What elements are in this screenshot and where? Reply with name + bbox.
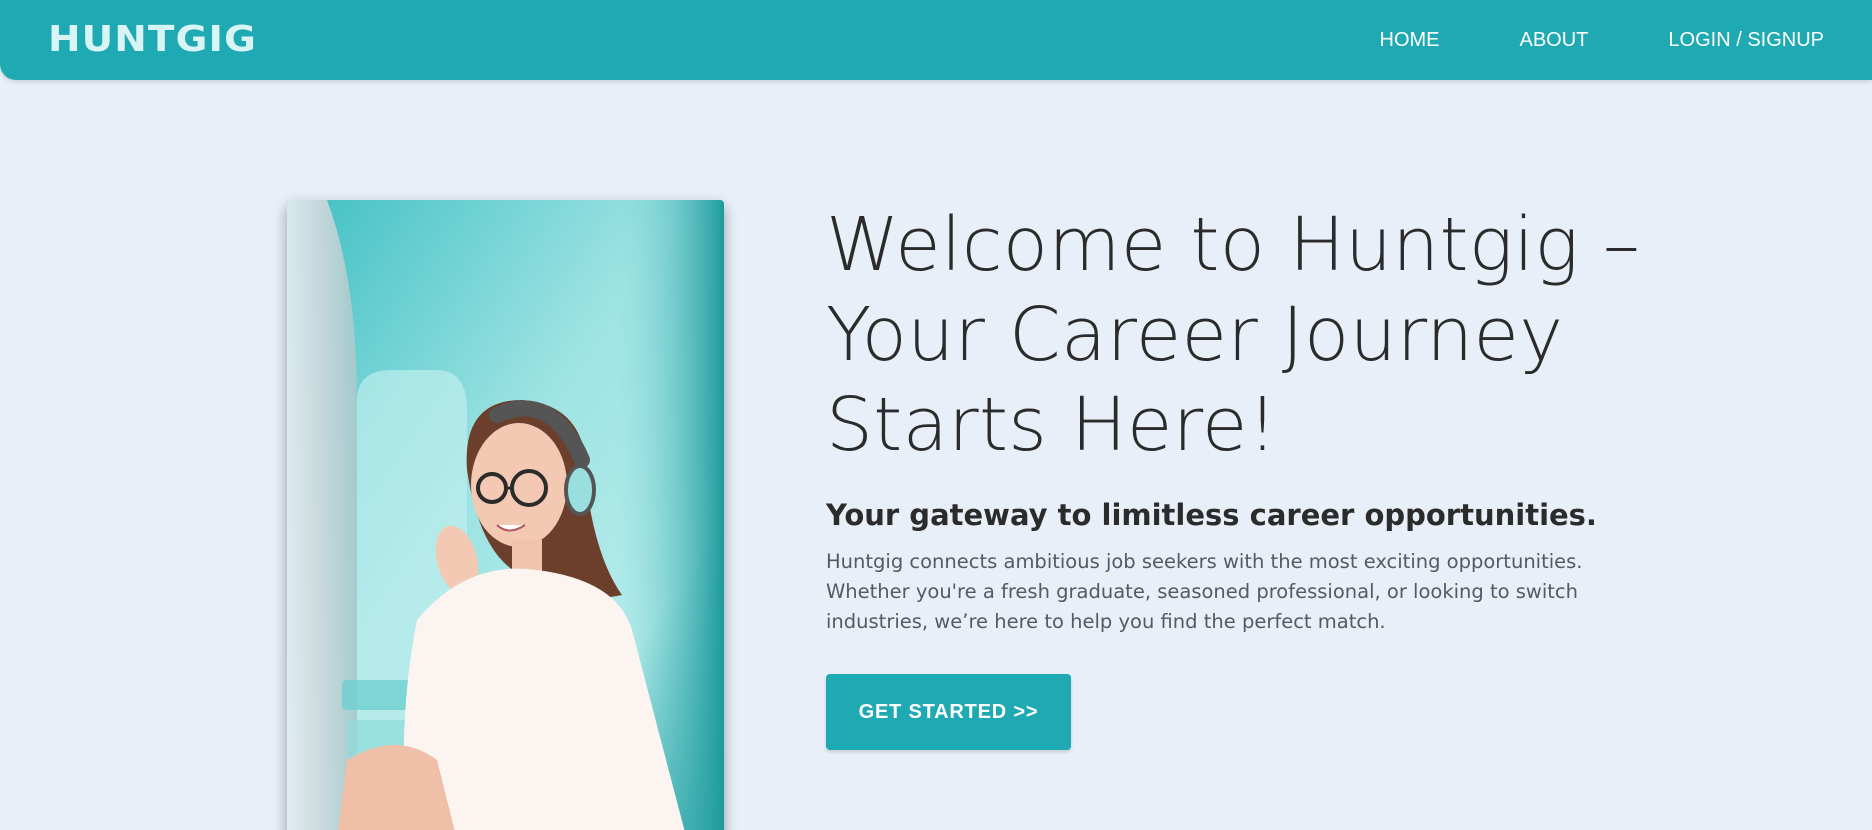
hero-description: Huntgig connects ambitious job seekers w… (826, 550, 1583, 633)
hero-photo (287, 200, 724, 830)
nav-links: HOME ABOUT LOGIN / SIGNUP (1380, 0, 1872, 80)
get-started-button[interactable]: GET STARTED >> (826, 674, 1071, 750)
top-navbar: HUNTGIG HOME ABOUT LOGIN / SIGNUP (0, 0, 1872, 80)
hero-subtitle: Your gateway to limitless career opportu… (826, 498, 1597, 532)
nav-login-signup-link[interactable]: LOGIN / SIGNUP (1668, 29, 1824, 52)
hero-title: Welcome to Huntgig – Your Career Journey… (826, 202, 1641, 468)
woman-with-headphones-illustration (287, 200, 724, 830)
nav-home-link[interactable]: HOME (1380, 29, 1440, 52)
nav-about-link[interactable]: ABOUT (1520, 29, 1589, 52)
huntgig-logo[interactable]: HUNTGIG (48, 18, 257, 62)
